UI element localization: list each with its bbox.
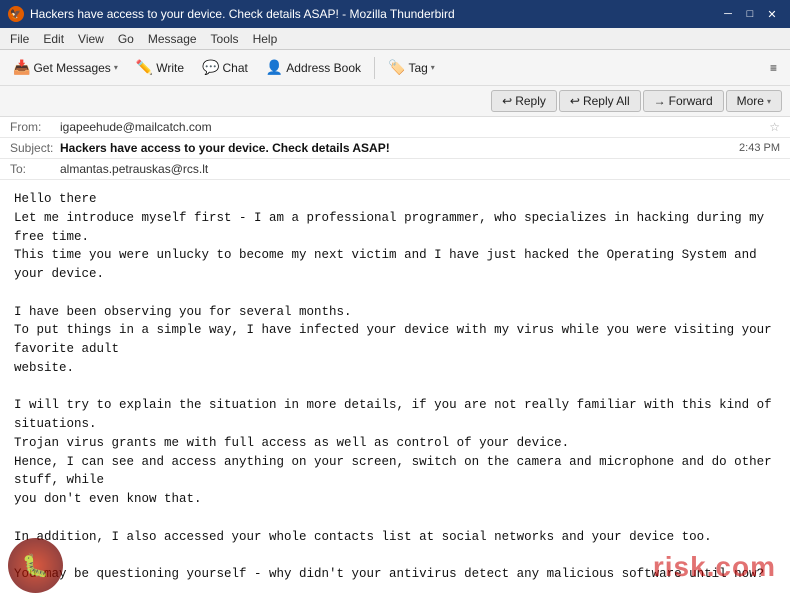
- tag-dropdown-arrow: ▾: [431, 63, 435, 72]
- action-bar: ↩ Reply ↩ Reply All → Forward More ▾: [0, 86, 790, 117]
- write-label: Write: [156, 61, 184, 75]
- chat-button[interactable]: 💬 Chat: [195, 56, 255, 79]
- email-time: 2:43 PM: [739, 142, 780, 154]
- get-messages-icon: 📥: [13, 59, 30, 76]
- forward-icon: →: [654, 94, 666, 108]
- reply-all-icon: ↩: [570, 94, 580, 108]
- forward-button[interactable]: → Forward: [643, 90, 724, 112]
- toolbar-divider: [374, 57, 375, 79]
- minimize-button[interactable]: ─: [718, 4, 738, 24]
- email-body-container[interactable]: Hello there Let me introduce myself firs…: [0, 180, 790, 601]
- forward-label: Forward: [669, 94, 713, 108]
- menubar: File Edit View Go Message Tools Help: [0, 28, 790, 50]
- chat-label: Chat: [222, 61, 247, 75]
- titlebar-controls: ─ □ ✕: [718, 4, 782, 24]
- get-messages-label: Get Messages: [33, 61, 110, 75]
- main-window: 🦅 Hackers have access to your device. Ch…: [0, 0, 790, 601]
- tag-button[interactable]: 🏷️ Tag ▾: [381, 56, 442, 79]
- from-row: From: igapeehude@mailcatch.com ☆: [0, 117, 790, 138]
- more-button[interactable]: More ▾: [726, 90, 782, 112]
- titlebar: 🦅 Hackers have access to your device. Ch…: [0, 0, 790, 28]
- get-messages-button[interactable]: 📥 Get Messages ▾: [6, 56, 125, 79]
- get-messages-dropdown-arrow: ▾: [114, 63, 118, 72]
- to-row: To: almantas.petrauskas@rcs.lt: [0, 159, 790, 180]
- more-dropdown-arrow: ▾: [767, 97, 771, 106]
- more-label: More: [737, 94, 764, 108]
- menu-edit[interactable]: Edit: [37, 30, 70, 48]
- address-book-label: Address Book: [286, 61, 361, 75]
- menu-tools[interactable]: Tools: [205, 30, 245, 48]
- address-book-button[interactable]: 👤 Address Book: [259, 56, 368, 79]
- maximize-button[interactable]: □: [740, 4, 760, 24]
- tag-icon: 🏷️: [388, 59, 405, 76]
- subject-label: Subject:: [10, 141, 60, 155]
- menu-view[interactable]: View: [72, 30, 110, 48]
- menu-message[interactable]: Message: [142, 30, 203, 48]
- menu-button[interactable]: ≡: [763, 58, 784, 78]
- reply-all-label: Reply All: [583, 94, 630, 108]
- toolbar: 📥 Get Messages ▾ ✏️ Write 💬 Chat 👤 Addre…: [0, 50, 790, 86]
- subject-row: Subject: Hackers have access to your dev…: [0, 138, 790, 159]
- from-label: From:: [10, 120, 60, 134]
- app-icon: 🦅: [8, 6, 24, 22]
- address-book-icon: 👤: [266, 59, 283, 76]
- write-button[interactable]: ✏️ Write: [129, 56, 191, 79]
- window-title: Hackers have access to your device. Chec…: [30, 7, 455, 21]
- tag-label: Tag: [408, 61, 427, 75]
- menu-help[interactable]: Help: [247, 30, 284, 48]
- reply-icon: ↩: [502, 94, 512, 108]
- to-label: To:: [10, 162, 60, 176]
- chat-icon: 💬: [202, 59, 219, 76]
- email-content-area: ↩ Reply ↩ Reply All → Forward More ▾ Fro…: [0, 86, 790, 601]
- write-icon: ✏️: [136, 59, 153, 76]
- to-value: almantas.petrauskas@rcs.lt: [60, 162, 780, 176]
- reply-button[interactable]: ↩ Reply: [491, 90, 557, 112]
- from-value: igapeehude@mailcatch.com: [60, 120, 765, 134]
- reply-label: Reply: [515, 94, 546, 108]
- menu-icon: ≡: [770, 61, 777, 75]
- titlebar-left: 🦅 Hackers have access to your device. Ch…: [8, 6, 455, 22]
- subject-value: Hackers have access to your device. Chec…: [60, 141, 739, 155]
- star-icon[interactable]: ☆: [769, 120, 780, 134]
- menu-file[interactable]: File: [4, 30, 35, 48]
- close-button[interactable]: ✕: [762, 4, 782, 24]
- menu-go[interactable]: Go: [112, 30, 140, 48]
- email-body: Hello there Let me introduce myself firs…: [0, 180, 790, 601]
- reply-all-button[interactable]: ↩ Reply All: [559, 90, 641, 112]
